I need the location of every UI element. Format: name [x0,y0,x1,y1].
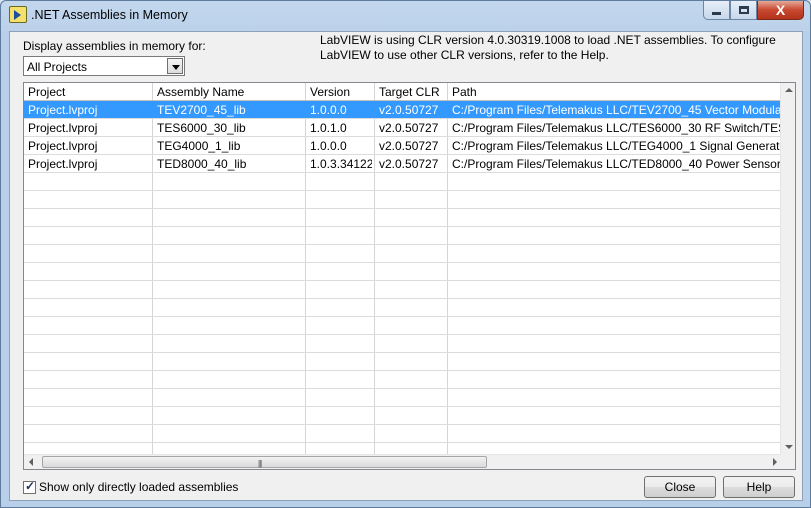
scroll-up-icon[interactable] [785,88,793,92]
cell-assembly-name: TEV2700_45_lib [157,103,246,117]
empty-row [24,263,782,281]
cell-project: Project.lvproj [28,103,98,117]
minimize-button[interactable] [703,1,730,20]
clr-info-text: LabVIEW is using CLR version 4.0.30319.1… [320,33,776,62]
cell-project: Project.lvproj [28,139,98,153]
table-grid: Project Assembly Name Version Target CLR… [24,83,782,455]
column-header-assembly-name[interactable]: Assembly Name [157,85,244,99]
cell-path: C:/Program Files/Telemakus LLC/TES6000_3… [452,121,780,135]
scrollbar-corner [780,454,795,469]
table-header: Project Assembly Name Version Target CLR… [24,83,782,101]
cell-path: C:/Program Files/Telemakus LLC/TEV2700_4… [452,103,780,117]
empty-row [24,425,782,443]
assemblies-table[interactable]: Project Assembly Name Version Target CLR… [23,82,796,470]
dialog-window: .NET Assemblies in Memory X Display asse… [0,0,811,508]
cell-path: C:/Program Files/Telemakus LLC/TED8000_4… [452,157,780,171]
show-direct-option[interactable]: Show only directly loaded assemblies [23,479,238,494]
column-header-version[interactable]: Version [310,85,350,99]
cell-target-clr: v2.0.50727 [379,121,439,135]
cell-assembly-name: TES6000_30_lib [157,121,246,135]
empty-row [24,245,782,263]
empty-row [24,407,782,425]
show-direct-checkbox[interactable] [23,479,36,494]
cell-version: 1.0.0.0 [310,139,347,153]
cell-assembly-name: TED8000_40_lib [157,157,247,171]
cell-version: 1.0.1.0 [310,121,347,135]
cell-target-clr: v2.0.50727 [379,103,439,117]
table-row[interactable]: Project.lvproj TES6000_30_lib 1.0.1.0 v2… [24,119,782,137]
empty-row [24,173,782,191]
cell-target-clr: v2.0.50727 [379,139,439,153]
table-row[interactable]: Project.lvproj TED8000_40_lib 1.0.3.3412… [24,155,782,173]
table-row[interactable]: Project.lvproj TEG4000_1_lib 1.0.0.0 v2.… [24,137,782,155]
empty-row [24,209,782,227]
scroll-left-icon[interactable] [29,458,33,466]
cell-target-clr: v2.0.50727 [379,157,439,171]
column-header-target-clr[interactable]: Target CLR [379,85,440,99]
close-button[interactable]: Close [644,476,716,498]
empty-row [24,317,782,335]
maximize-button[interactable] [730,1,757,20]
title-bar[interactable]: .NET Assemblies in Memory X [1,1,810,31]
minimize-icon [712,11,721,15]
grip-icon: ||| [258,459,262,468]
window-close-button[interactable]: X [757,1,804,20]
window-title: .NET Assemblies in Memory [31,8,188,22]
scroll-down-icon[interactable] [785,445,793,449]
empty-row [24,371,782,389]
horizontal-scroll-thumb[interactable]: ||| [42,456,487,468]
cell-path: C:/Program Files/Telemakus LLC/TEG4000_1… [452,139,780,153]
cell-version: 1.0.0.0 [310,103,347,117]
table-row[interactable]: Project.lvproj TEV2700_45_lib 1.0.0.0 v2… [24,101,782,119]
horizontal-scrollbar[interactable]: ||| [24,454,782,469]
empty-row [24,299,782,317]
empty-row [24,353,782,371]
maximize-icon [738,6,749,14]
empty-row [24,389,782,407]
empty-row [24,191,782,209]
close-icon: X [775,2,786,18]
empty-row [24,281,782,299]
vertical-scrollbar[interactable] [780,83,795,455]
caption-buttons: X [703,1,804,21]
cell-version: 1.0.3.34122 [310,157,372,171]
show-direct-label[interactable]: Show only directly loaded assemblies [39,480,238,494]
column-header-project[interactable]: Project [28,85,65,99]
filter-label: Display assemblies in memory for: [23,39,206,53]
empty-row [24,335,782,353]
empty-row [24,227,782,245]
help-button[interactable]: Help [723,476,795,498]
scroll-right-icon[interactable] [773,458,777,466]
project-filter-dropdown[interactable]: All Projects [23,56,185,76]
cell-assembly-name: TEG4000_1_lib [157,139,241,153]
project-filter-value: All Projects [27,60,88,74]
labview-app-icon [9,6,27,23]
column-header-path[interactable]: Path [452,85,477,99]
dialog-client-area: Display assemblies in memory for: All Pr… [9,31,803,501]
chevron-down-icon[interactable] [167,58,183,74]
cell-project: Project.lvproj [28,157,98,171]
cell-project: Project.lvproj [28,121,98,135]
